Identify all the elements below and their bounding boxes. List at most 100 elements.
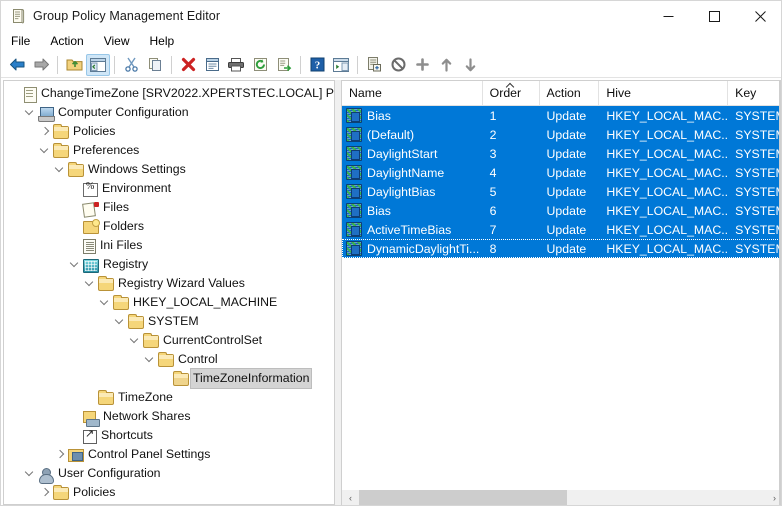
- cell-key: SYSTEM: [735, 241, 782, 256]
- menu-view[interactable]: View: [94, 31, 140, 51]
- chevron-down-icon[interactable]: [68, 255, 83, 274]
- tree-item[interactable]: Policies: [4, 483, 334, 502]
- new-item-icon[interactable]: [362, 53, 386, 76]
- tree-item[interactable]: Preferences: [4, 141, 334, 160]
- cell-action: Update: [546, 165, 587, 180]
- list-horizontal-scrollbar[interactable]: ‹ ›: [342, 490, 781, 505]
- table-row[interactable]: Bias 1 Update HKEY_LOCAL_MAC... SYSTEM: [342, 106, 781, 125]
- table-row[interactable]: Bias 6 Update HKEY_LOCAL_MAC... SYSTEM: [342, 201, 781, 220]
- table-row[interactable]: DaylightBias 5 Update HKEY_LOCAL_MAC... SYST…: [342, 182, 781, 201]
- delete-icon[interactable]: [176, 53, 200, 76]
- cell-key: SYSTEM: [735, 146, 782, 161]
- registry-value-icon: [346, 203, 362, 218]
- tree-item[interactable]: Registry Wizard Values: [4, 274, 334, 293]
- registry-items-list-panel[interactable]: Name Order Action Hive Key Bias 1 Update HKEY_L…: [341, 80, 782, 505]
- table-row[interactable]: (Default) 2 Update HKEY_LOCAL_MAC... SYSTEM: [342, 125, 781, 144]
- tree-item[interactable]: Registry: [4, 255, 334, 274]
- chevron-right-icon[interactable]: [38, 483, 53, 502]
- chevron-down-icon[interactable]: [128, 331, 143, 350]
- cell-name: Bias: [342, 203, 483, 218]
- scroll-left-arrow-icon[interactable]: ‹: [342, 490, 359, 505]
- console-tree-panel[interactable]: ChangeTimeZone [SRV2022.XPERTSTEC.LOCAL]…: [3, 80, 335, 505]
- chevron-down-icon[interactable]: [53, 160, 68, 179]
- scrollbar-track[interactable]: [359, 490, 766, 505]
- menu-file[interactable]: File: [1, 31, 40, 51]
- forward-icon[interactable]: [29, 53, 53, 76]
- tree-item[interactable]: CurrentControlSet: [4, 331, 334, 350]
- folder-icon: [53, 143, 69, 158]
- tree-item[interactable]: Control Panel Settings: [4, 445, 334, 464]
- export-list-icon[interactable]: [272, 53, 296, 76]
- cell-order: 2: [489, 127, 497, 142]
- table-row[interactable]: DynamicDaylightTi... 8 Update HKEY_LOCAL_MA…: [342, 239, 782, 258]
- cell-order: 5: [489, 184, 497, 199]
- cut-icon[interactable]: [119, 53, 143, 76]
- table-row[interactable]: ActiveTimeBias 7 Update HKEY_LOCAL_MAC... SY…: [342, 220, 781, 239]
- print-icon[interactable]: [224, 53, 248, 76]
- chevron-down-icon[interactable]: [38, 141, 53, 160]
- cell-hive: HKEY_LOCAL_MAC...: [606, 165, 729, 180]
- tree-item[interactable]: Ini Files: [4, 236, 334, 255]
- column-key[interactable]: Key: [728, 81, 781, 105]
- menu-help[interactable]: Help: [140, 31, 185, 51]
- chevron-down-icon[interactable]: [23, 103, 38, 122]
- tree-item[interactable]: Shortcuts: [4, 426, 334, 445]
- toolbar: ?: [1, 52, 781, 77]
- tree-item[interactable]: TimeZoneInformation: [4, 368, 334, 389]
- back-icon[interactable]: [5, 53, 29, 76]
- chevron-right-icon[interactable]: [38, 122, 53, 141]
- scrollbar-thumb[interactable]: [359, 490, 567, 505]
- show-hide-tree-icon[interactable]: [86, 53, 110, 76]
- chevron-down-icon[interactable]: [143, 350, 158, 369]
- show-action-pane-icon[interactable]: [329, 53, 353, 76]
- column-header-label: Hive: [606, 86, 632, 100]
- tree-item-label: Policies: [73, 485, 116, 499]
- minimize-button[interactable]: [645, 1, 691, 31]
- tree-twisty-empty: [68, 198, 83, 217]
- chevron-down-glyph: [71, 260, 80, 269]
- cell-action: Update: [546, 127, 587, 142]
- cell-action: Update: [546, 241, 587, 256]
- chevron-down-glyph: [146, 355, 155, 364]
- add-icon[interactable]: [410, 53, 434, 76]
- tree-item[interactable]: TimeZone: [4, 388, 334, 407]
- close-button[interactable]: [737, 1, 781, 31]
- tree-item[interactable]: Policies: [4, 122, 334, 141]
- chevron-down-icon[interactable]: [113, 312, 128, 331]
- tree-item[interactable]: ChangeTimeZone [SRV2022.XPERTSTEC.LOCAL]…: [4, 84, 334, 103]
- properties-icon[interactable]: [200, 53, 224, 76]
- copy-icon[interactable]: [143, 53, 167, 76]
- chevron-right-icon[interactable]: [53, 445, 68, 464]
- tree-item[interactable]: Control: [4, 350, 334, 369]
- tree-item[interactable]: Folders: [4, 217, 334, 236]
- tree-item[interactable]: Network Shares: [4, 407, 334, 427]
- menu-action[interactable]: Action: [40, 31, 93, 51]
- move-down-icon[interactable]: [458, 53, 482, 76]
- up-one-level-icon[interactable]: [62, 53, 86, 76]
- tree-item[interactable]: Windows Settings: [4, 160, 334, 179]
- tree-item[interactable]: SYSTEM: [4, 312, 334, 331]
- column-name[interactable]: Name: [342, 81, 483, 105]
- table-row[interactable]: DaylightStart 3 Update HKEY_LOCAL_MAC... SYS…: [342, 144, 782, 163]
- refresh-icon[interactable]: [248, 53, 272, 76]
- tree-item[interactable]: HKEY_LOCAL_MACHINE: [4, 293, 334, 312]
- cell-hive: HKEY_LOCAL_MAC...: [606, 203, 729, 218]
- disable-icon[interactable]: [386, 53, 410, 76]
- chevron-down-icon[interactable]: [23, 464, 38, 483]
- table-row[interactable]: DaylightName 4 Update HKEY_LOCAL_MAC... SYST…: [342, 163, 781, 182]
- chevron-down-glyph: [101, 298, 110, 307]
- column-action[interactable]: Action: [540, 81, 600, 105]
- chevron-down-icon[interactable]: [83, 274, 98, 293]
- move-up-icon[interactable]: [434, 53, 458, 76]
- column-order[interactable]: Order: [483, 81, 540, 105]
- tree-item-label: Policies: [73, 124, 116, 138]
- tree-item[interactable]: Environment: [4, 179, 334, 198]
- tree-item-label: Folders: [103, 219, 145, 233]
- tree-item[interactable]: User Configuration: [4, 464, 334, 484]
- column-hive[interactable]: Hive: [599, 81, 729, 105]
- maximize-button[interactable]: [691, 1, 737, 31]
- help-icon[interactable]: ?: [305, 53, 329, 76]
- tree-item[interactable]: Computer Configuration: [4, 103, 334, 122]
- chevron-down-icon[interactable]: [98, 293, 113, 312]
- tree-item[interactable]: Files: [4, 198, 334, 217]
